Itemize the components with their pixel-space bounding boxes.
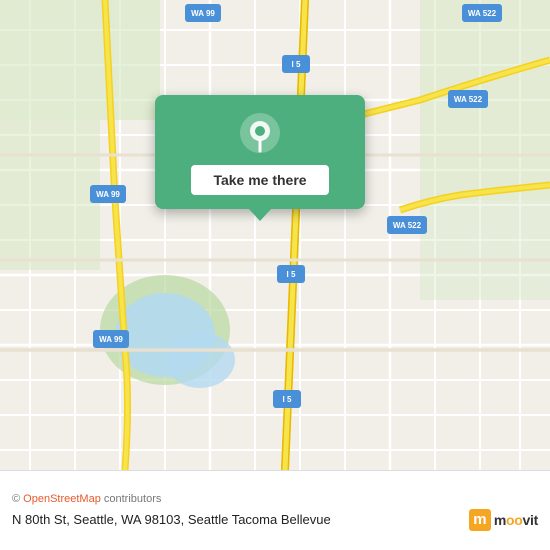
moovit-wordmark: moovit bbox=[494, 512, 538, 528]
popup-card: Take me there bbox=[155, 95, 365, 209]
location-pin-icon bbox=[238, 111, 282, 155]
svg-text:WA 99: WA 99 bbox=[191, 9, 215, 18]
svg-text:I 5: I 5 bbox=[292, 60, 301, 69]
svg-text:I 5: I 5 bbox=[287, 270, 296, 279]
bottom-bar: © OpenStreetMap contributors N 80th St, … bbox=[0, 470, 550, 550]
svg-text:WA 99: WA 99 bbox=[99, 335, 123, 344]
moovit-m-badge: m bbox=[469, 509, 491, 531]
take-me-there-button[interactable]: Take me there bbox=[191, 165, 328, 195]
moovit-letter: m bbox=[473, 511, 486, 528]
osm-attribution: © OpenStreetMap contributors bbox=[12, 493, 538, 505]
map-container: WA 99 WA 99 WA 99 WA 522 WA 522 WA 522 I… bbox=[0, 0, 550, 470]
svg-text:WA 99: WA 99 bbox=[96, 190, 120, 199]
svg-text:I 5: I 5 bbox=[283, 395, 292, 404]
svg-text:WA 522: WA 522 bbox=[468, 9, 497, 18]
location-address: N 80th St, Seattle, WA 98103, Seattle Ta… bbox=[12, 512, 469, 527]
map-svg: WA 99 WA 99 WA 99 WA 522 WA 522 WA 522 I… bbox=[0, 0, 550, 470]
osm-link[interactable]: OpenStreetMap bbox=[23, 493, 101, 505]
osm-prefix: © bbox=[12, 493, 23, 505]
osm-suffix: contributors bbox=[101, 493, 162, 505]
moovit-logo: m moovit bbox=[469, 509, 538, 531]
svg-text:WA 522: WA 522 bbox=[393, 221, 422, 230]
location-row: N 80th St, Seattle, WA 98103, Seattle Ta… bbox=[12, 509, 538, 531]
svg-text:WA 522: WA 522 bbox=[454, 95, 483, 104]
